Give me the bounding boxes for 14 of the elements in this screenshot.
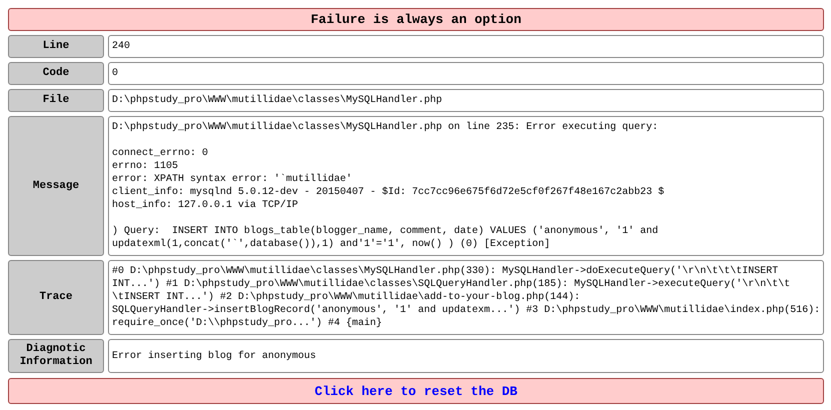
field-label: Diagnotic Information: [8, 339, 104, 373]
field-value: D:\phpstudy_pro\WWW\mutillidae\classes\MySQLHandler.php: [108, 89, 824, 112]
field-value: Error inserting blog for anonymous: [108, 339, 824, 373]
field-value: 0: [108, 62, 824, 85]
field-label: Line: [8, 35, 104, 58]
field-label: Trace: [8, 260, 104, 335]
field-label: Code: [8, 62, 104, 85]
page-title: Failure is always an option: [8, 8, 824, 31]
reset-db-link[interactable]: Click here to reset the DB: [314, 384, 518, 399]
field-value: #0 D:\phpstudy_pro\WWW\mutillidae\classes\MySQLHandler.php(330): MySQLHandler->doExecuteQuery('\r\n\t\t\tINSERT INT...') #1 D:\phpstudy_pro\WWW\mutillidae\classes\SQLQueryHandler.php(185): MySQLHandler->executeQuery('\r\n\t\t \tINSERT INT...') #2 D:\phpstudy_pro\WWW\mutillidae\add-to-your-blog.php(144): SQLQueryHandler->insertBlogRecord('anonymous', '1' and updatexm...') #3 D:\phpstudy_pro\WWW\mutillidae\index.php(516): require_once('D:\\phpstudy_pro...') #4 {main}: [108, 260, 824, 335]
field-value: D:\phpstudy_pro\WWW\mutillidae\classes\MySQLHandler.php on line 235: Error executing query: connect_errno: 0 errno: 1105 error: XPATH syntax error: '`mutillidae' client_info: mysqlnd 5.0.12-dev - 20150407 - $Id: 7cc7cc96e675f6d72e5cf0f267f48e167c2abb23 $ host_info: 127.0.0.1 via TCP/IP ) Query: INSERT INTO blogs_table(blogger_name, comment, date) VALUES ('anonymous', '1' and updatexml(1,concat('`',database()),1) and'1'='1', now() ) (0) [Exception]: [108, 116, 824, 256]
field-value: 240: [108, 35, 824, 58]
field-label: Message: [8, 116, 104, 256]
field-label: File: [8, 89, 104, 112]
